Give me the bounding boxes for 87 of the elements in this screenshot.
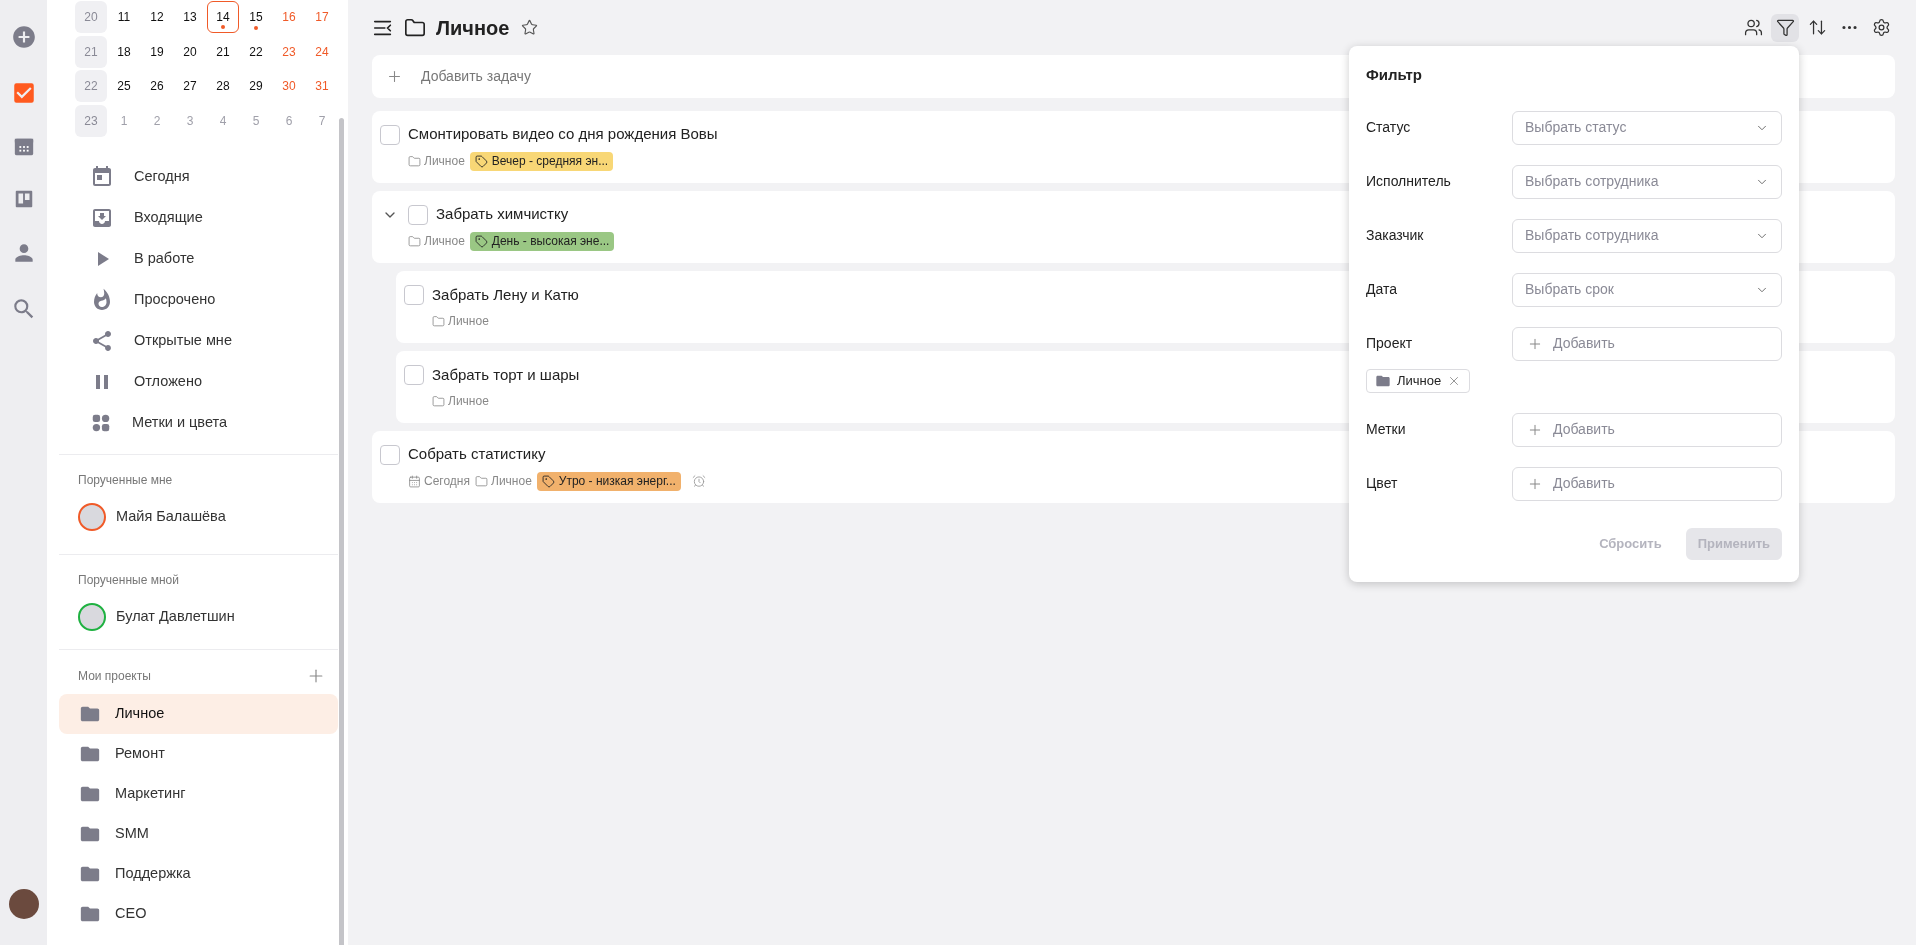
task-date: Сегодня xyxy=(408,472,470,491)
field-label: Статус xyxy=(1366,118,1412,137)
calendar-day[interactable]: 13 xyxy=(174,1,206,34)
person-item[interactable]: Майя Балашёва xyxy=(59,491,226,543)
field-label: Дата xyxy=(1366,280,1398,299)
person-item[interactable]: Булат Давлетшин xyxy=(59,591,235,643)
project-item[interactable]: CEO xyxy=(59,894,338,934)
popover-title: Фильтр xyxy=(1366,65,1423,85)
select-field[interactable]: Выбрать сотрудника xyxy=(1512,164,1782,199)
calendar-icon xyxy=(90,164,114,189)
nav-item[interactable]: Входящие xyxy=(59,197,338,238)
calendar-day[interactable]: 11 xyxy=(108,1,140,34)
page-title: Личное xyxy=(436,15,510,41)
task-checkbox[interactable] xyxy=(404,285,424,305)
task-checkbox[interactable] xyxy=(408,204,428,225)
folder-icon xyxy=(408,234,421,248)
nav-item[interactable]: Сегодня xyxy=(59,156,338,197)
calendar-day[interactable]: 15 xyxy=(240,1,272,34)
calendar-day[interactable]: 27 xyxy=(174,70,206,103)
project-item[interactable]: Личное xyxy=(59,694,338,734)
task-tag: День - высокая эне... xyxy=(469,231,615,251)
calendar-day[interactable]: 12 xyxy=(141,1,173,34)
task-title: Собрать статистику xyxy=(408,444,546,465)
calendar-day[interactable]: 18 xyxy=(108,35,140,68)
nav-item[interactable]: Отложено xyxy=(59,361,338,402)
calendar-day[interactable]: 26 xyxy=(141,70,173,103)
task-title: Смонтировать видео со дня рождения Вовы xyxy=(408,124,718,145)
calendar-icon[interactable] xyxy=(12,136,35,158)
nav-item[interactable]: Открытые мне xyxy=(59,320,338,361)
calendar-day[interactable]: 29 xyxy=(240,70,272,103)
project-item[interactable]: Поддержка xyxy=(59,854,338,894)
field-label: Заказчик xyxy=(1366,226,1425,245)
section-title: Мои проекты xyxy=(78,668,151,685)
task-checkbox[interactable] xyxy=(380,444,400,465)
nav-item[interactable]: Просрочено xyxy=(59,279,338,320)
calendar-day[interactable]: 22 xyxy=(240,35,272,68)
section-title: Порученные мной xyxy=(77,572,180,589)
calendar-icon xyxy=(408,474,421,488)
calendar-day[interactable]: 20 xyxy=(174,35,206,68)
project-item[interactable]: Маркетинг xyxy=(59,774,338,814)
share-icon xyxy=(90,328,114,353)
nav-item[interactable]: Метки и цвета xyxy=(59,402,338,443)
folder-icon xyxy=(408,154,421,168)
week-number: 21 xyxy=(75,35,107,68)
tag-icon xyxy=(474,234,488,248)
week-number: 20 xyxy=(75,1,107,34)
task-tag: Утро - низкая энерг... xyxy=(536,471,681,491)
folder-icon xyxy=(432,314,445,328)
field-label: Цвет xyxy=(1366,474,1399,493)
week-number: 23 xyxy=(75,104,107,137)
calendar-day[interactable]: 14 xyxy=(207,1,239,34)
calendar-day[interactable]: 30 xyxy=(273,70,305,103)
plus-icon[interactable] xyxy=(386,68,403,85)
task-title: Забрать Лену и Катю xyxy=(432,284,579,305)
user-avatar[interactable] xyxy=(8,889,39,919)
calendar-day[interactable]: 21 xyxy=(207,35,239,68)
calendar-day[interactable]: 19 xyxy=(141,35,173,68)
task-title: Забрать химчистку xyxy=(436,204,569,225)
task-checkbox[interactable] xyxy=(404,365,424,385)
calendar-day[interactable]: 28 xyxy=(207,70,239,103)
calendar-day[interactable]: 25 xyxy=(108,70,140,103)
star-icon[interactable] xyxy=(521,19,539,36)
week-number: 22 xyxy=(75,70,107,103)
folder-icon xyxy=(475,474,488,488)
folder-icon xyxy=(404,16,426,39)
task-tag: Вечер - средняя эн... xyxy=(469,151,614,171)
nav-item[interactable]: В работе xyxy=(59,238,338,279)
tag-icon xyxy=(474,154,488,168)
select-field[interactable]: Выбрать срок xyxy=(1512,272,1782,307)
task-project: Личное xyxy=(408,152,465,171)
project-item[interactable]: Ремонт xyxy=(59,734,338,774)
task-project: Личное xyxy=(408,232,465,251)
tag-icon xyxy=(541,474,555,488)
task-checkbox[interactable] xyxy=(380,124,400,145)
task-project: Личное xyxy=(475,472,532,491)
select-field[interactable]: Выбрать статус xyxy=(1512,110,1782,145)
scrollbar[interactable] xyxy=(339,118,344,945)
project-chip[interactable]: Личное xyxy=(1366,368,1471,393)
project-item[interactable]: SMM xyxy=(59,814,338,854)
folder-icon xyxy=(432,394,445,408)
task-title: Забрать торт и шары xyxy=(432,364,580,385)
task-project: Личное xyxy=(432,312,489,331)
filter-icon[interactable] xyxy=(1771,13,1799,42)
select-field[interactable]: Выбрать сотрудника xyxy=(1512,218,1782,253)
section-title: Порученные мне xyxy=(77,472,174,489)
task-project: Личное xyxy=(432,392,489,411)
add-icon[interactable] xyxy=(10,24,37,50)
